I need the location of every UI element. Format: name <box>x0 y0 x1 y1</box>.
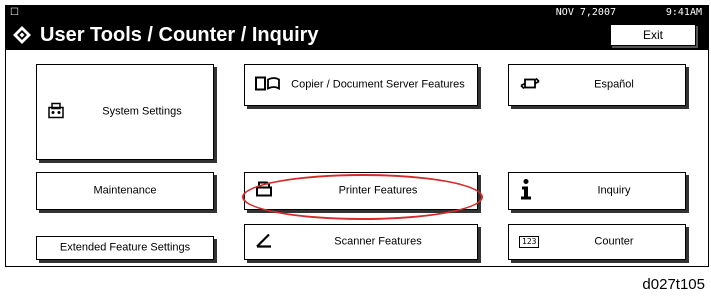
status-time: 9:41AM <box>665 7 702 18</box>
highlight-ellipse <box>242 174 483 220</box>
counter-button[interactable]: 123 Counter <box>508 224 686 260</box>
extended-feature-settings-button[interactable]: Extended Feature Settings <box>36 236 214 260</box>
info-icon <box>519 179 533 204</box>
counter-icon: 123 <box>519 236 540 248</box>
inquiry-button[interactable]: Inquiry <box>508 172 686 210</box>
system-settings-button[interactable]: System Settings <box>36 64 214 160</box>
copier-document-server-label: Copier / Document Server Features <box>291 78 465 91</box>
scanner-features-button[interactable]: Scanner Features <box>244 224 478 260</box>
espanol-button[interactable]: Español <box>508 64 686 106</box>
copier-document-server-button[interactable]: Copier / Document Server Features <box>244 64 478 106</box>
user-tools-icon <box>13 26 31 44</box>
status-date: NOV 7,2007 <box>555 7 616 18</box>
extended-feature-settings-label: Extended Feature Settings <box>59 241 191 254</box>
scanner-icon <box>255 233 273 252</box>
figure-caption: d027t105 <box>642 276 705 293</box>
espanol-label: Español <box>594 78 634 91</box>
scanner-features-label: Scanner Features <box>334 235 422 248</box>
maintenance-label: Maintenance <box>93 184 157 197</box>
exit-button[interactable]: Exit <box>610 24 696 46</box>
status-bar: ☐ NOV 7,2007 9:41AM <box>6 6 708 20</box>
system-settings-icon <box>47 102 65 123</box>
inquiry-label: Inquiry <box>597 184 631 197</box>
system-settings-label: System Settings <box>102 105 182 118</box>
page-title: User Tools / Counter / Inquiry <box>40 24 319 46</box>
user-tools-panel: ☐ NOV 7,2007 9:41AM User Tools / Counter… <box>5 5 709 267</box>
header-bar: User Tools / Counter / Inquiry Exit <box>6 20 708 50</box>
counter-label: Counter <box>594 235 634 248</box>
language-icon <box>519 76 541 95</box>
copier-icon <box>255 76 281 95</box>
small-status-icon: ☐ <box>10 7 19 18</box>
maintenance-button[interactable]: Maintenance <box>36 172 214 210</box>
